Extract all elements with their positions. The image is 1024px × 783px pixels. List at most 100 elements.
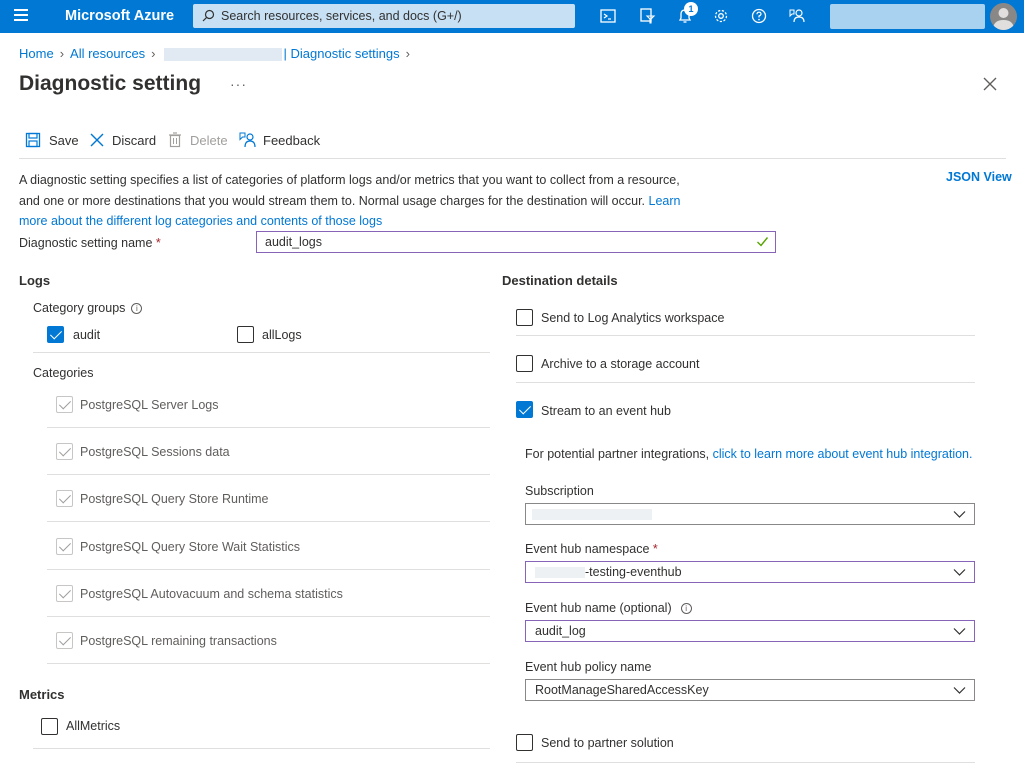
delete-label: Delete	[190, 133, 228, 148]
category-divider	[47, 616, 490, 617]
feedback-icon[interactable]	[788, 7, 806, 25]
category-checkbox[interactable]	[56, 538, 73, 555]
metrics-divider	[33, 748, 490, 749]
destination-divider	[516, 762, 975, 763]
settings-gear-icon[interactable]	[712, 7, 730, 25]
feedback-person-icon	[239, 132, 256, 148]
allmetrics-label: AllMetrics	[66, 719, 121, 733]
destination-divider	[516, 335, 975, 336]
allmetrics-checkbox[interactable]	[41, 718, 58, 735]
categories-label: Categories	[33, 366, 94, 380]
category-label: PostgreSQL Query Store Wait Statistics	[80, 540, 300, 554]
audit-checkbox[interactable]	[47, 326, 64, 343]
setting-name-label-text: Diagnostic setting name	[19, 236, 153, 250]
category-label: PostgreSQL Autovacuum and schema statist…	[80, 587, 343, 601]
namespace-value: -testing-eventhub	[585, 565, 682, 579]
close-icon[interactable]	[982, 76, 998, 92]
hub-name-label-text: Event hub name (optional)	[525, 601, 672, 615]
info-icon[interactable]: i	[680, 603, 692, 614]
subscription-select[interactable]	[525, 503, 975, 525]
log-analytics-checkbox[interactable]	[516, 309, 533, 326]
account-info[interactable]	[830, 4, 985, 29]
category-checkbox[interactable]	[56, 490, 73, 507]
destination-heading: Destination details	[502, 273, 618, 288]
partner-solution-label: Send to partner solution	[541, 736, 674, 750]
log-analytics-label: Send to Log Analytics workspace	[541, 311, 725, 325]
chevron-right-icon: ›	[405, 46, 410, 61]
namespace-label-text: Event hub namespace	[525, 542, 650, 556]
partner-solution-checkbox[interactable]	[516, 734, 533, 751]
alllogs-label: allLogs	[262, 328, 302, 342]
chevron-down-icon	[953, 511, 966, 518]
save-icon	[25, 132, 41, 148]
breadcrumb-diagnostic-settings[interactable]: | Diagnostic settings	[284, 46, 400, 61]
required-asterisk: *	[652, 542, 658, 556]
required-asterisk: *	[155, 236, 161, 250]
metrics-heading: Metrics	[19, 687, 65, 702]
policy-label: Event hub policy name	[525, 660, 652, 674]
directory-filter-icon[interactable]	[638, 7, 656, 25]
page-title: Diagnostic setting	[19, 72, 202, 95]
policy-select[interactable]: RootManageSharedAccessKey	[525, 679, 975, 701]
logs-heading: Logs	[19, 273, 51, 288]
json-view-link[interactable]: JSON View	[946, 170, 1012, 184]
discard-x-icon	[90, 133, 104, 147]
avatar[interactable]	[990, 3, 1017, 30]
policy-value: RootManageSharedAccessKey	[535, 683, 709, 697]
event-hub-label: Stream to an event hub	[541, 404, 671, 418]
category-divider	[47, 569, 490, 570]
destination-divider	[516, 382, 975, 383]
storage-account-checkbox[interactable]	[516, 355, 533, 372]
partner-integration-text: For potential partner integrations, clic…	[525, 447, 973, 461]
subscription-label: Subscription	[525, 484, 594, 498]
storage-account-label: Archive to a storage account	[541, 357, 700, 371]
namespace-select[interactable]: -testing-eventhub	[525, 561, 975, 583]
setting-name-label: Diagnostic setting name *	[19, 236, 161, 250]
category-checkbox[interactable]	[56, 396, 73, 413]
event-hub-checkbox[interactable]	[516, 401, 533, 418]
save-label: Save	[49, 133, 79, 148]
user-avatar-icon	[993, 8, 1014, 30]
more-options-icon[interactable]: ···	[230, 76, 247, 92]
info-icon[interactable]: i	[131, 303, 143, 314]
hamburger-menu-icon[interactable]	[14, 9, 28, 23]
category-divider	[47, 474, 490, 475]
toolbar-divider	[19, 158, 1006, 159]
breadcrumb-home[interactable]: Home	[19, 46, 54, 61]
category-divider	[47, 663, 490, 664]
category-divider	[47, 427, 490, 428]
search-icon	[202, 9, 215, 22]
category-checkbox[interactable]	[56, 443, 73, 460]
subscription-value-redacted	[532, 509, 652, 520]
category-label: PostgreSQL Sessions data	[80, 445, 230, 459]
hub-name-label: Event hub name (optional) i	[525, 601, 692, 615]
category-checkbox[interactable]	[56, 585, 73, 602]
cloud-shell-icon[interactable]	[599, 7, 617, 25]
breadcrumb: Home › All resources › | Diagnostic settings…	[19, 46, 416, 62]
namespace-prefix-redacted	[535, 567, 585, 579]
groups-divider	[33, 352, 490, 353]
category-label: PostgreSQL Server Logs	[80, 398, 219, 412]
event-hub-integration-link[interactable]: click to learn more about event hub inte…	[713, 447, 973, 461]
trash-icon	[169, 132, 181, 148]
hub-name-select[interactable]: audit_log	[525, 620, 975, 642]
setting-name-input[interactable]: audit_logs	[256, 231, 776, 253]
global-search-input[interactable]: Search resources, services, and docs (G+…	[193, 4, 575, 28]
alllogs-checkbox[interactable]	[237, 326, 254, 343]
namespace-label: Event hub namespace *	[525, 542, 658, 556]
search-placeholder: Search resources, services, and docs (G+…	[221, 9, 462, 23]
description: A diagnostic setting specifies a list of…	[19, 170, 699, 232]
chevron-right-icon: ›	[59, 46, 65, 61]
breadcrumb-all-resources[interactable]: All resources	[70, 46, 145, 61]
top-bar: Microsoft Azure Search resources, servic…	[0, 0, 1024, 33]
breadcrumb-resource-redacted[interactable]	[163, 48, 282, 62]
feedback-label: Feedback	[263, 133, 321, 148]
notification-badge: 1	[684, 2, 698, 16]
audit-label: audit	[73, 328, 101, 342]
category-groups-text: Category groups	[33, 301, 126, 315]
hub-name-value: audit_log	[535, 624, 586, 638]
brand-title[interactable]: Microsoft Azure	[65, 8, 174, 24]
help-icon[interactable]	[750, 7, 768, 25]
description-text: A diagnostic setting specifies a list of…	[19, 173, 680, 208]
category-checkbox[interactable]	[56, 632, 73, 649]
